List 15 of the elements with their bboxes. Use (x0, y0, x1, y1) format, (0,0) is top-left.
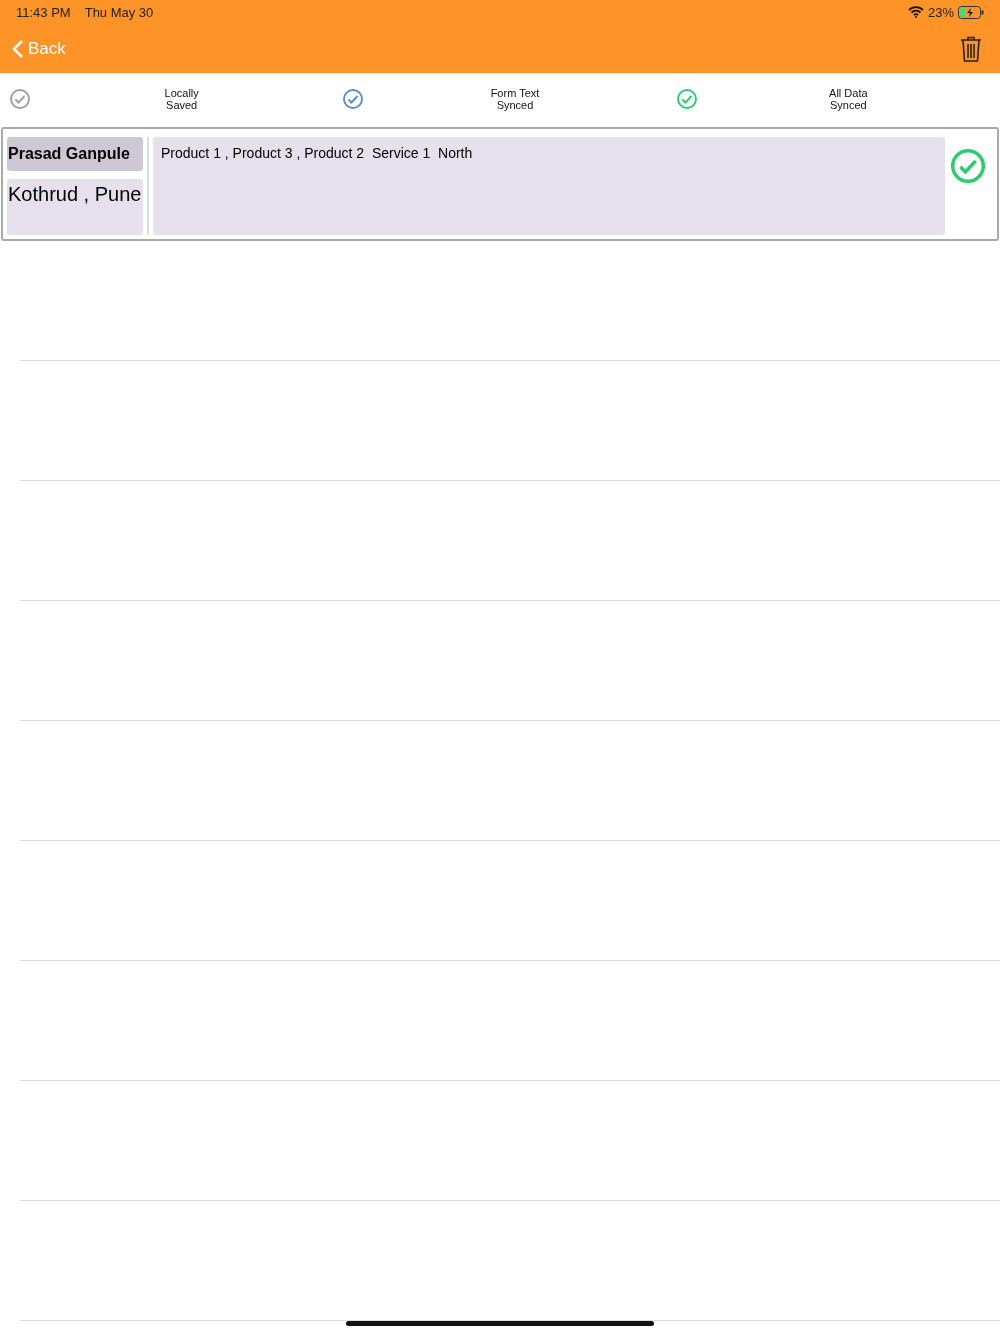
status-date: Thu May 30 (84, 4, 154, 20)
customer-name: Prasad Ganpule (7, 137, 143, 171)
legend-label: Locally Saved (163, 87, 200, 111)
legend-label: Form Text Synced (489, 87, 541, 111)
battery-charging-icon (958, 5, 984, 19)
battery-percent: 23% (927, 4, 954, 20)
chevron-left-icon (12, 38, 24, 59)
trash-icon (960, 35, 982, 62)
record-details: Product 1 , Product 3 , Product 2 Service 1 North (153, 137, 945, 235)
record-card[interactable]: Prasad Ganpule Kothrud , Pune Product 1 , Product 3 , Product 2 Service 1 North (1, 127, 999, 241)
customer-location: Kothrud , Pune (7, 179, 143, 235)
wifi-icon (907, 6, 924, 18)
legend-label: All Data Synced (828, 87, 869, 111)
delete-button[interactable] (960, 35, 982, 62)
status-time: 11:43 PM (16, 4, 71, 20)
